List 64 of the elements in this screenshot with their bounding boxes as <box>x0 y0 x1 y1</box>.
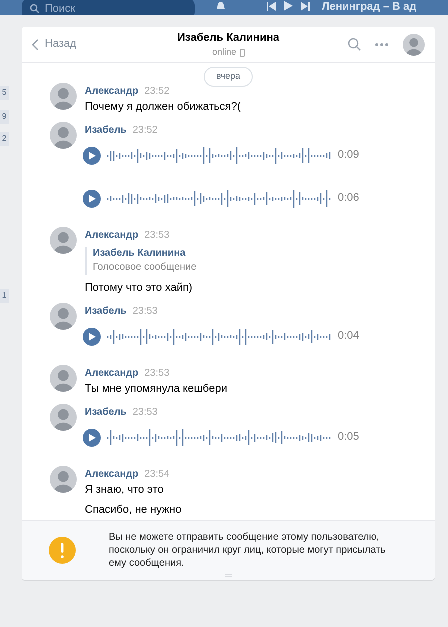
voice-duration: 0:05 <box>338 430 360 446</box>
search-placeholder: Поиск <box>45 2 76 15</box>
forwarded-author[interactable]: Изабель Калинина <box>93 246 407 260</box>
warning-icon <box>49 537 76 564</box>
chat-title: Изабель Калинина <box>178 30 280 46</box>
avatar <box>50 302 77 330</box>
play-icon <box>88 332 96 340</box>
message-text: Ты мне упомянула кешбери <box>85 382 228 396</box>
message-time: 23:54 <box>144 468 170 482</box>
back-button[interactable]: Назад <box>32 36 152 53</box>
message-time: 23:53 <box>144 228 170 242</box>
message-author[interactable]: Изабель <box>85 404 127 420</box>
play-icon[interactable] <box>284 1 293 11</box>
resize-handle-icon[interactable] <box>225 574 232 577</box>
search-icon[interactable] <box>348 38 361 51</box>
play-button[interactable] <box>83 146 101 164</box>
more-icon[interactable] <box>375 42 389 46</box>
message-text: Я знаю, что это <box>85 484 165 496</box>
counter-badge[interactable]: 2 <box>0 132 9 146</box>
counter-badge[interactable]: 5 <box>0 86 9 100</box>
avatar <box>50 404 77 430</box>
message-author[interactable]: Изабель <box>85 122 127 138</box>
counter-badge[interactable]: 1 <box>0 289 9 303</box>
play-button[interactable] <box>83 190 101 208</box>
now-playing-track[interactable]: Ленинград – В ад <box>322 1 417 13</box>
message-author[interactable]: Александр <box>85 228 139 242</box>
avatar <box>50 466 77 492</box>
message-time: 23:53 <box>144 366 170 380</box>
avatar <box>50 364 77 392</box>
forwarded-message: Голосовое сообщение <box>93 260 198 274</box>
play-icon <box>88 434 96 442</box>
avatar <box>50 122 77 148</box>
message-author[interactable]: Александр <box>85 466 139 482</box>
message-author[interactable]: Александр <box>85 366 139 380</box>
message-text: Спасибо, не нужно <box>85 504 183 516</box>
online-status: online <box>212 46 237 59</box>
play-button[interactable] <box>83 428 101 446</box>
counter-badge[interactable]: 9 <box>0 110 9 124</box>
avatar <box>50 226 77 254</box>
avatar <box>50 82 77 110</box>
voice-duration: 0:04 <box>338 329 360 344</box>
bell-icon[interactable] <box>215 0 227 11</box>
date-pill: вчера <box>204 67 253 86</box>
message-time: 23:53 <box>132 406 158 420</box>
play-icon <box>88 194 96 202</box>
avatar <box>403 34 425 56</box>
phone-icon <box>240 48 245 57</box>
message-author[interactable]: Изабель <box>85 304 127 318</box>
message-time: 23:53 <box>132 304 158 318</box>
message-text: Почему я должен обижаться?( <box>85 100 242 114</box>
search-field[interactable]: Поиск <box>22 0 195 15</box>
voice-duration: 0:09 <box>338 148 360 164</box>
next-track-icon[interactable] <box>301 2 310 11</box>
voice-duration: 0:06 <box>338 191 360 206</box>
message-author[interactable]: Александр <box>85 84 139 98</box>
play-icon <box>88 152 96 160</box>
message-text: Потому что это хайп) <box>85 282 194 294</box>
previous-track-icon[interactable] <box>267 2 276 11</box>
message-time: 23:52 <box>144 84 170 98</box>
back-icon <box>32 38 39 50</box>
search-icon <box>30 4 40 14</box>
play-button[interactable] <box>83 328 101 346</box>
notice-text: Вы не можете отправить сообщение этому пользователю, поскольку он ограничил круг лиц, которые могут присылать ему сообщения. <box>109 531 387 570</box>
message-time: 23:52 <box>132 124 158 138</box>
